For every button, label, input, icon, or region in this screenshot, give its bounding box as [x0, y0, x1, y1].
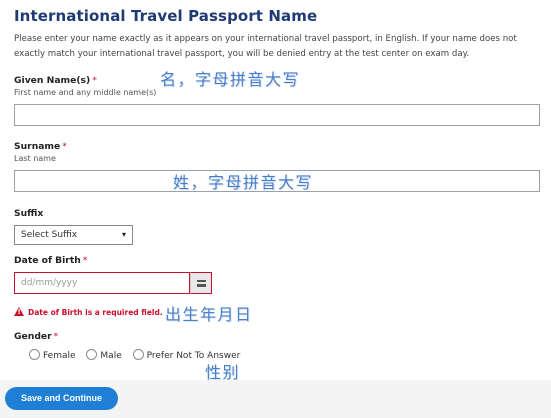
- page-title: International Travel Passport Name: [14, 7, 318, 25]
- given-name-input[interactable]: [14, 104, 540, 126]
- gender-label: Gender *: [14, 331, 58, 342]
- calendar-icon: [197, 280, 206, 287]
- calendar-button[interactable]: [190, 272, 212, 294]
- required-mark: *: [62, 141, 67, 152]
- save-and-continue-button[interactable]: Save and Continue: [5, 387, 118, 410]
- dob-label-text: Date of Birth: [14, 255, 81, 266]
- gender-option-male[interactable]: Male: [86, 349, 122, 361]
- given-name-label-text: Given Name(s): [14, 75, 91, 86]
- given-name-annotation: 名，字母拼音大写: [160, 70, 301, 89]
- caret-down-icon: ▾: [121, 230, 126, 239]
- suffix-label: Suffix: [14, 208, 44, 219]
- radio-button[interactable]: [29, 349, 40, 360]
- suffix-selected-value: Select Suffix: [21, 230, 78, 240]
- radio-button[interactable]: [86, 349, 98, 360]
- warning-icon: [14, 307, 24, 316]
- dob-label: Date of Birth *: [14, 255, 87, 266]
- dob-error: Date of Birth is a required field.: [14, 306, 163, 317]
- surname-label: Surname *: [14, 141, 67, 152]
- required-mark: *: [82, 255, 88, 266]
- given-name-label: Given Name(s) *: [14, 75, 97, 86]
- dob-annotation: 出生年月日: [165, 305, 253, 324]
- radio-button[interactable]: [132, 349, 144, 360]
- intro-text: Please enter your name exactly as it app…: [14, 34, 517, 59]
- given-name-hint: First name and any middle name(s): [14, 88, 157, 97]
- surname-label-text: Surname: [14, 141, 61, 152]
- gender-option-label: Female: [43, 351, 76, 361]
- dob-error-text: Date of Birth is a required field.: [28, 308, 163, 317]
- required-mark: *: [53, 331, 59, 342]
- gender-label-text: Gender: [14, 331, 52, 342]
- gender-option-female[interactable]: Female: [29, 349, 76, 361]
- required-mark: *: [92, 75, 97, 86]
- gender-option-label: Male: [100, 351, 122, 361]
- suffix-select[interactable]: Select Suffix ▾: [14, 225, 133, 245]
- surname-hint: Last name: [14, 154, 56, 163]
- surname-annotation: 姓，字母拼音大写: [173, 173, 314, 192]
- dob-input[interactable]: dd/mm/yyyy: [14, 272, 190, 294]
